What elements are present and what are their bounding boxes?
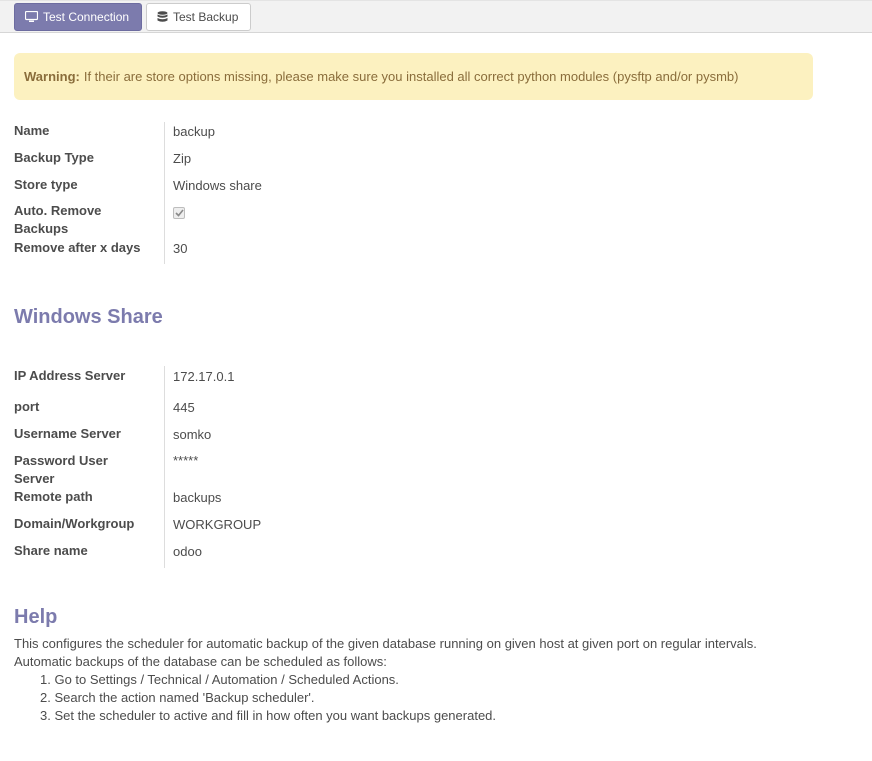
remove-days-field[interactable]: 30 (173, 240, 187, 258)
database-icon (157, 11, 168, 22)
help-title: Help (14, 606, 58, 628)
domain-label: Domain/Workgroup (14, 516, 135, 531)
test-backup-button[interactable]: Test Backup (146, 3, 251, 31)
windows-share-title: Windows Share (14, 306, 163, 328)
store-type-label: Store type (14, 177, 78, 192)
remove-days-label: Remove after x days (14, 240, 141, 255)
username-field[interactable]: somko (173, 426, 211, 444)
port-label: port (14, 399, 40, 414)
test-backup-label: Test Backup (173, 10, 239, 24)
group-divider (164, 122, 165, 264)
password-label-line2: Server (14, 471, 55, 486)
domain-field[interactable]: WORKGROUP (173, 516, 261, 534)
checkmark-icon (174, 209, 184, 217)
auto-remove-checkbox[interactable] (173, 207, 185, 219)
auto-remove-label-line2: Backups (14, 221, 69, 236)
port-field[interactable]: 445 (173, 399, 195, 417)
auto-remove-label-line1: Auto. Remove (14, 203, 102, 218)
help-step: 2. Search the action named 'Backup sched… (40, 690, 315, 705)
ip-address-label: IP Address Server (14, 368, 126, 383)
form-header-toolbar: Test Connection Test Backup (0, 0, 872, 33)
remote-path-field[interactable]: backups (173, 489, 221, 507)
password-label: Password User Server (14, 452, 108, 488)
help-intro: Automatic backups of the database can be… (14, 654, 387, 669)
password-field[interactable]: ***** (173, 452, 198, 470)
monitor-icon (25, 11, 38, 22)
name-field[interactable]: backup (173, 123, 215, 141)
help-step: 3. Set the scheduler to active and fill … (40, 708, 497, 723)
store-type-field[interactable]: Windows share (173, 177, 262, 195)
share-name-label: Share name (14, 543, 88, 558)
help-description: This configures the scheduler for automa… (14, 636, 757, 651)
backup-type-field[interactable]: Zip (173, 150, 191, 168)
auto-remove-label: Auto. Remove Backups (14, 202, 101, 238)
password-label-line1: Password User (14, 453, 108, 468)
help-steps-list: 1. Go to Settings / Technical / Automati… (40, 671, 496, 725)
test-connection-button[interactable]: Test Connection (14, 3, 142, 31)
remote-path-label: Remote path (14, 489, 93, 504)
warning-strong: Warning: (24, 69, 80, 84)
share-group-divider (164, 366, 165, 568)
ip-address-field[interactable]: 172.17.0.1 (173, 368, 234, 386)
backup-type-label: Backup Type (14, 150, 94, 165)
name-label: Name (14, 123, 50, 138)
help-step: 1. Go to Settings / Technical / Automati… (40, 672, 399, 687)
share-name-field[interactable]: odoo (173, 543, 202, 561)
test-connection-label: Test Connection (43, 10, 130, 24)
username-label: Username Server (14, 426, 121, 441)
warning-alert: Warning: If their are store options miss… (14, 53, 813, 100)
warning-text: If their are store options missing, plea… (83, 69, 739, 84)
